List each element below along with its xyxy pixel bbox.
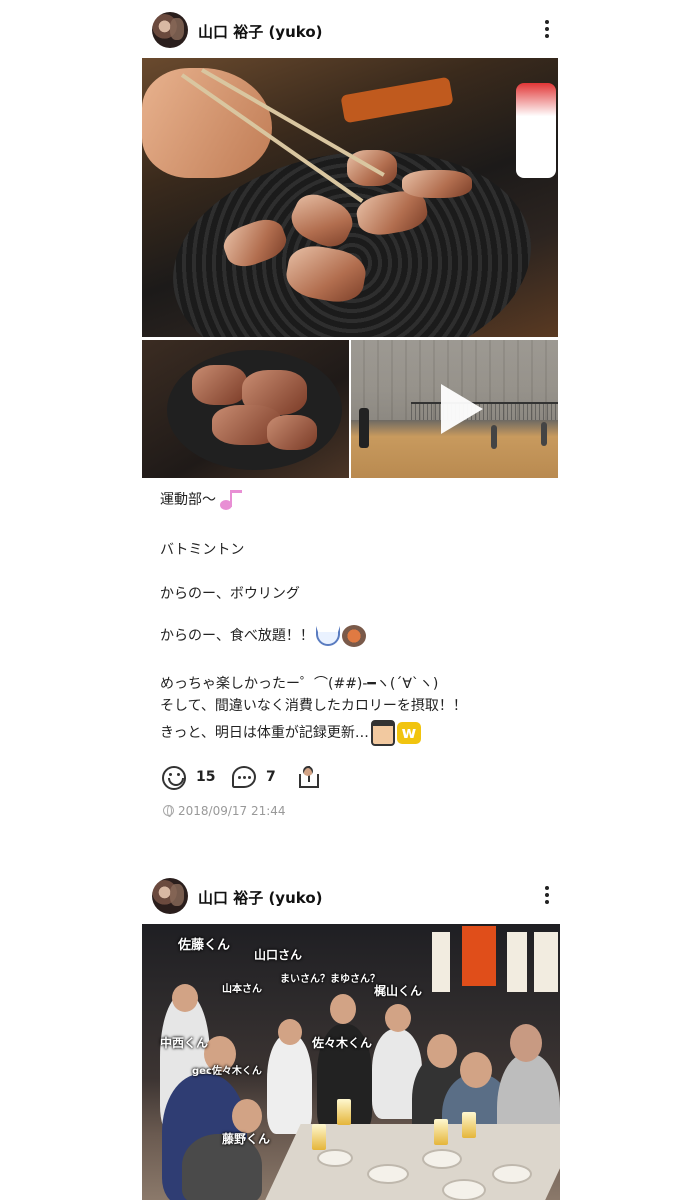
photo-tag: 佐藤くん: [178, 938, 231, 953]
rice-bowl-icon: [315, 626, 340, 646]
caption-line: バトミントン: [160, 542, 245, 558]
video-badminton[interactable]: [351, 340, 558, 478]
photo-tag: 藤野くん: [222, 1132, 271, 1146]
post-actions: 15 7: [160, 763, 460, 792]
comment-count: 7: [266, 769, 276, 785]
hot-pot-icon: [341, 625, 366, 647]
post-header: 山口 裕子 (yuko): [152, 12, 562, 48]
w-sign-icon: w: [396, 722, 421, 744]
smile-icon: [162, 766, 186, 790]
photo-tag: 梶山くん: [374, 984, 423, 998]
photo-group-dinner[interactable]: 佐藤くん 山口さん まいさん？まゆさん？ 山本さん 梶山くん 中西くん 佐々木く…: [142, 924, 560, 1200]
photo-tag: 山口さん: [254, 948, 303, 962]
photo-tag: gec佐々木くん: [192, 1066, 262, 1077]
photo-tag: 中西くん: [160, 1036, 209, 1050]
comment-icon: [232, 766, 256, 788]
photo-meat-plate[interactable]: [142, 340, 349, 478]
caption-line: そして、間違いなく消費したカロリーを摂取！！: [160, 698, 467, 714]
share-icon: [297, 763, 321, 790]
caption-line: からのー、食べ放題！！: [160, 628, 314, 644]
post-timestamp: 2018/09/17 21:44: [163, 804, 286, 818]
photo-yakiniku-grill[interactable]: [142, 58, 558, 337]
avatar[interactable]: [152, 12, 188, 48]
music-note-icon: [218, 488, 242, 512]
globe-icon: [163, 805, 174, 817]
man-face-icon: [370, 720, 395, 746]
author-name[interactable]: 山口 裕子 (yuko): [198, 887, 323, 908]
photo-tag: まいさん？まゆさん？: [280, 974, 380, 985]
photo-tag: 佐々木くん: [312, 1036, 373, 1050]
photo-tag: 山本さん: [222, 984, 262, 995]
post-header: 山口 裕子 (yuko): [152, 878, 562, 914]
more-options-icon[interactable]: [544, 886, 550, 906]
caption-line: からのー、ボウリング: [160, 586, 300, 602]
caption-line: きっと、明日は体重が記録更新…: [160, 725, 369, 741]
avatar[interactable]: [152, 878, 188, 914]
caption-line: 運動部〜: [160, 492, 216, 508]
play-icon[interactable]: [441, 384, 483, 434]
like-count: 15: [196, 769, 216, 785]
more-options-icon[interactable]: [544, 20, 550, 40]
caption-line: めっちゃ楽しかったー゜⌒(##)-━ヽ(´∀`ヽ): [160, 676, 439, 692]
author-name[interactable]: 山口 裕子 (yuko): [198, 21, 323, 42]
